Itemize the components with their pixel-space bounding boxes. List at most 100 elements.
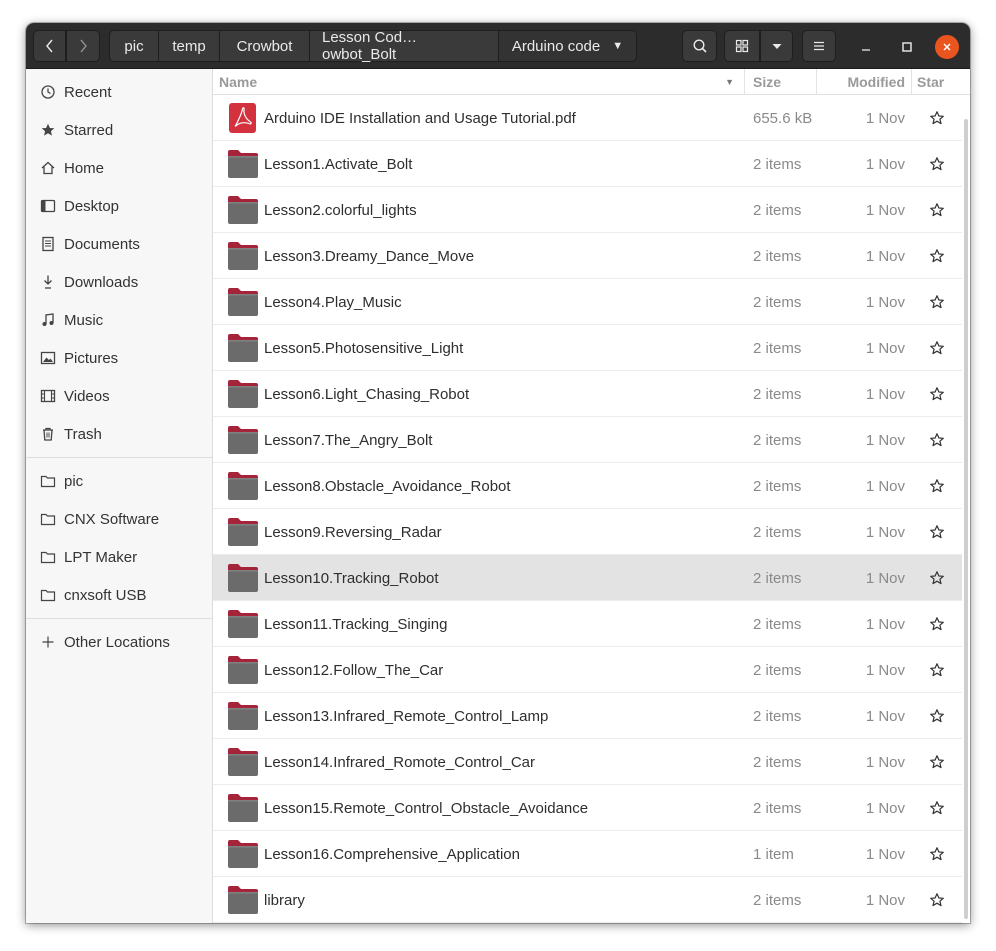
file-row[interactable]: Lesson15.Remote_Control_Obstacle_Avoidan…	[213, 785, 962, 831]
folder-icon	[40, 511, 56, 527]
column-header-name[interactable]: Name ▼	[219, 69, 745, 95]
folder-icon	[227, 241, 259, 271]
file-size: 2 items	[753, 339, 802, 357]
file-row[interactable]: Lesson4.Play_Music 2 items 1 Nov	[213, 279, 962, 325]
sidebar-item-label: Documents	[64, 235, 140, 253]
file-row[interactable]: Lesson3.Dreamy_Dance_Move 2 items 1 Nov	[213, 233, 962, 279]
file-row[interactable]: Lesson9.Reversing_Radar 2 items 1 Nov	[213, 509, 962, 555]
star-toggle-icon[interactable]	[929, 662, 945, 678]
sidebar-item-label: Pictures	[64, 349, 119, 367]
star-toggle-icon[interactable]	[929, 570, 945, 586]
file-modified: 1 Nov	[865, 523, 905, 541]
star-toggle-icon[interactable]	[929, 248, 945, 264]
file-row[interactable]: Lesson12.Follow_The_Car 2 items 1 Nov	[213, 647, 962, 693]
star-toggle-icon[interactable]	[929, 892, 945, 908]
column-header-row: Name ▼ Size Modified Star	[213, 69, 970, 95]
file-modified: 1 Nov	[865, 661, 905, 679]
sidebar-item-pic[interactable]: pic	[26, 462, 212, 500]
sidebar-item-documents[interactable]: Documents	[26, 225, 212, 263]
column-header-star[interactable]: Star	[912, 69, 962, 95]
star-toggle-icon[interactable]	[929, 432, 945, 448]
folder-icon	[227, 655, 259, 685]
star-toggle-icon[interactable]	[929, 386, 945, 402]
star-toggle-icon[interactable]	[929, 616, 945, 632]
file-size: 1 item	[753, 845, 794, 863]
file-size: 2 items	[753, 753, 802, 771]
folder-icon	[227, 701, 259, 731]
file-size: 2 items	[753, 891, 802, 909]
file-row[interactable]: Lesson10.Tracking_Robot 2 items 1 Nov	[213, 555, 962, 601]
star-toggle-icon[interactable]	[929, 754, 945, 770]
crumb-pic[interactable]: pic	[109, 30, 159, 62]
star-toggle-icon[interactable]	[929, 156, 945, 172]
sidebar-item-trash[interactable]: Trash	[26, 415, 212, 453]
file-name: Lesson11.Tracking_Singing	[264, 615, 448, 633]
scrollbar[interactable]	[964, 119, 968, 919]
file-row[interactable]: Lesson16.Comprehensive_Application 1 item…	[213, 831, 962, 877]
sidebar-item-label: CNX Software	[64, 510, 160, 528]
file-name: Lesson2.colorful_lights	[264, 201, 417, 219]
maximize-button[interactable]	[895, 35, 919, 59]
column-header-size[interactable]: Size	[745, 69, 817, 95]
file-row[interactable]: Lesson13.Infrared_Remote_Control_Lamp 2 i…	[213, 693, 962, 739]
file-row[interactable]: Lesson2.colorful_lights 2 items 1 Nov	[213, 187, 962, 233]
sidebar-item-desktop[interactable]: Desktop	[26, 187, 212, 225]
crumb-lesson-code[interactable]: Lesson Cod…owbot_Bolt	[310, 29, 499, 63]
main-menu-button[interactable]	[802, 30, 836, 62]
file-row[interactable]: Lesson1.Activate_Bolt 2 items 1 Nov	[213, 141, 962, 187]
sidebar-item-recent[interactable]: Recent	[26, 73, 212, 111]
star-toggle-icon[interactable]	[929, 800, 945, 816]
folder-icon	[227, 839, 259, 869]
minimize-button[interactable]	[854, 35, 878, 59]
star-toggle-icon[interactable]	[929, 340, 945, 356]
crumb-crowbot[interactable]: Crowbot	[220, 30, 310, 62]
sidebar-item-home[interactable]: Home	[26, 149, 212, 187]
plus-icon	[40, 634, 56, 650]
star-toggle-icon[interactable]	[929, 202, 945, 218]
star-toggle-icon[interactable]	[929, 524, 945, 540]
star-toggle-icon[interactable]	[929, 708, 945, 724]
file-row[interactable]: Lesson6.Light_Chasing_Robot 2 items 1 Nov	[213, 371, 962, 417]
crumb-temp[interactable]: temp	[159, 30, 220, 62]
file-row[interactable]: Lesson8.Obstacle_Avoidance_Robot 2 items 1…	[213, 463, 962, 509]
star-toggle-icon[interactable]	[929, 478, 945, 494]
file-name: Lesson14.Infrared_Romote_Control_Car	[264, 753, 535, 771]
sort-descending-icon: ▼	[725, 77, 734, 87]
folder-icon	[227, 287, 259, 317]
star-toggle-icon[interactable]	[929, 294, 945, 310]
close-button[interactable]	[935, 35, 959, 59]
forward-button[interactable]	[66, 30, 100, 62]
column-header-modified[interactable]: Modified	[817, 69, 912, 95]
sidebar-item-other-locations[interactable]: Other Locations	[26, 623, 212, 661]
star-toggle-icon[interactable]	[929, 846, 945, 862]
sidebar-item-cnxsoft-usb[interactable]: cnxsoft USB	[26, 576, 212, 614]
sidebar-item-lpt-maker[interactable]: LPT Maker	[26, 538, 212, 576]
file-size: 2 items	[753, 385, 802, 403]
sidebar-item-label: Home	[64, 159, 105, 177]
back-button[interactable]	[33, 30, 66, 62]
crumb-arduino-code[interactable]: Arduino code ▼	[499, 30, 637, 62]
sidebar-item-videos[interactable]: Videos	[26, 377, 212, 415]
file-row[interactable]: Lesson14.Infrared_Romote_Control_Car 2 it…	[213, 739, 962, 785]
view-options-button[interactable]	[760, 30, 793, 62]
file-row[interactable]: library 2 items 1 Nov	[213, 877, 962, 923]
star-toggle-icon[interactable]	[929, 110, 945, 126]
trash-icon	[40, 426, 56, 442]
grid-view-button[interactable]	[724, 30, 760, 62]
sidebar-item-starred[interactable]: Starred	[26, 111, 212, 149]
file-modified: 1 Nov	[865, 109, 905, 127]
file-row[interactable]: Lesson11.Tracking_Singing 2 items 1 Nov	[213, 601, 962, 647]
download-icon	[40, 274, 56, 290]
sidebar-item-downloads[interactable]: Downloads	[26, 263, 212, 301]
file-name: Lesson6.Light_Chasing_Robot	[264, 385, 470, 403]
folder-icon	[227, 195, 259, 225]
file-row[interactable]: Lesson7.The_Angry_Bolt 2 items 1 Nov	[213, 417, 962, 463]
sidebar-item-pictures[interactable]: Pictures	[26, 339, 212, 377]
file-name: Lesson9.Reversing_Radar	[264, 523, 442, 541]
sidebar-item-music[interactable]: Music	[26, 301, 212, 339]
sidebar-item-cnx-software[interactable]: CNX Software	[26, 500, 212, 538]
search-button[interactable]	[682, 30, 717, 62]
search-icon	[692, 39, 707, 53]
file-row[interactable]: Lesson5.Photosensitive_Light 2 items 1 Nov	[213, 325, 962, 371]
file-row[interactable]: Arduino IDE Installation and Usage Tutor…	[213, 95, 962, 141]
